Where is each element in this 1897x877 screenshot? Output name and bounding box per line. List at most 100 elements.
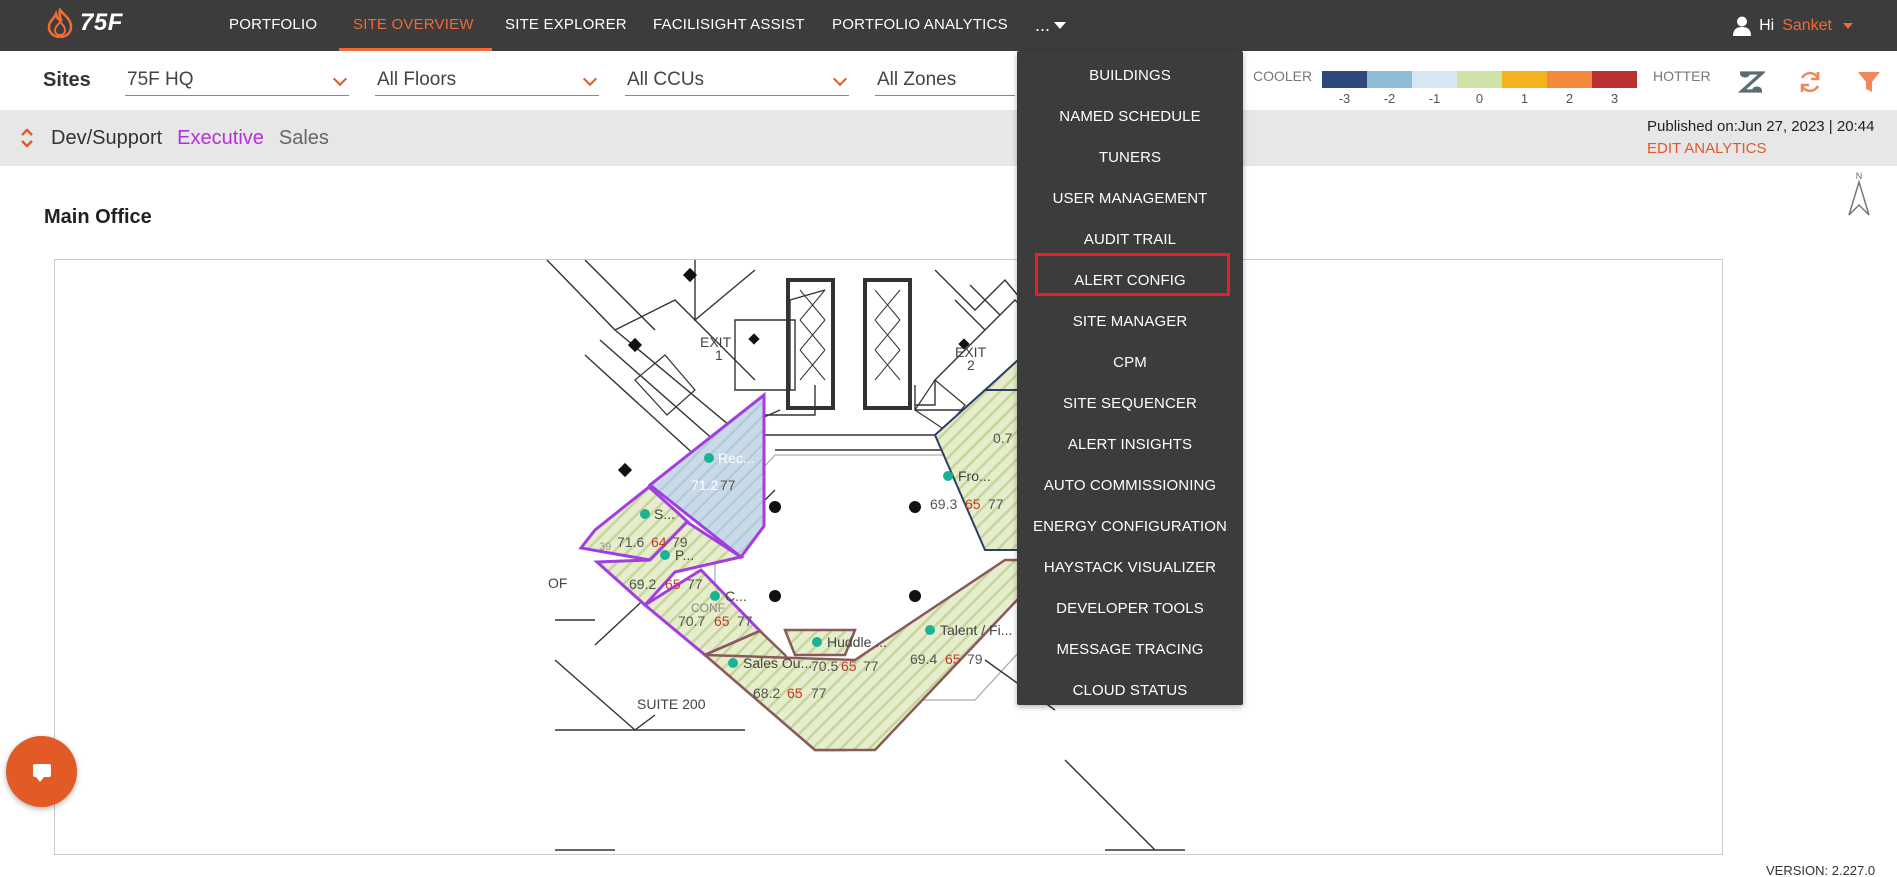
user-name: Sanket	[1782, 17, 1832, 34]
nav-portfolio-analytics[interactable]: PORTFOLIO ANALYTICS	[832, 0, 1008, 51]
menu-item-alert-insights[interactable]: ALERT INSIGHTS	[1017, 428, 1243, 462]
north-arrow-icon: N	[1848, 171, 1870, 216]
logo-text: 75F	[80, 9, 123, 36]
menu-item-developer-tools[interactable]: DEVELOPER TOOLS	[1017, 592, 1243, 626]
menu-item-tuners[interactable]: TUNERS	[1017, 141, 1243, 175]
temperature-scale	[1322, 71, 1637, 88]
zone-heat-huddle: 65	[841, 658, 857, 674]
dashboard-tabs-bar: Dev/Support Executive Sales	[0, 110, 1897, 166]
floor-select-value: All Floors	[377, 69, 457, 90]
zone-name-p: P...	[675, 547, 694, 563]
nav-portfolio[interactable]: PORTFOLIO	[229, 0, 317, 51]
more-dropdown-menu: BUILDINGS NAMED SCHEDULE TUNERS USER MANAGE…	[1017, 51, 1243, 705]
menu-item-auto-commissioning[interactable]: AUTO COMMISSIONING	[1017, 469, 1243, 503]
of-label: OF	[548, 575, 567, 591]
menu-item-energy-configuration[interactable]: ENERGY CONFIGURATION	[1017, 510, 1243, 544]
floor-select[interactable]: All Floors	[375, 66, 599, 96]
zone-name-c: C...	[725, 588, 747, 604]
zone-name-huddle: Huddle ...	[827, 634, 887, 650]
menu-item-alert-config[interactable]: ALERT CONFIG	[1017, 264, 1243, 298]
cooler-label: COOLER	[1253, 68, 1313, 84]
filter-bar: Sites 75F HQ All Floors All CCUs All Zon…	[0, 51, 1897, 110]
zone-heat-talent: 65	[945, 651, 961, 667]
menu-item-cpm[interactable]: CPM	[1017, 346, 1243, 380]
ccu-select-value: All CCUs	[627, 69, 705, 90]
tab-sales[interactable]: Sales	[279, 127, 329, 150]
zone-name-s: S...	[654, 506, 675, 522]
nav-site-overview[interactable]: SITE OVERVIEW	[339, 0, 492, 51]
zone-cool-p: 77	[687, 576, 703, 592]
menu-item-site-manager[interactable]: SITE MANAGER	[1017, 305, 1243, 339]
refresh-icon[interactable]	[1796, 69, 1824, 95]
user-icon	[1733, 16, 1752, 36]
scale-value: 0	[1475, 91, 1484, 106]
dashboard-tabs: Dev/Support Executive Sales	[51, 127, 329, 150]
menu-item-cloud-status[interactable]: CLOUD STATUS	[1017, 674, 1243, 708]
zone-temp-sales: 68.2	[753, 685, 780, 701]
scale-swatch	[1457, 71, 1502, 88]
number-39-label: 39	[599, 541, 611, 553]
nav-site-explorer[interactable]: SITE EXPLORER	[505, 0, 627, 51]
top-navigation-bar: 75F PORTFOLIO SITE OVERVIEW SITE EXPLORE…	[0, 0, 1897, 51]
user-menu[interactable]: Hi Sanket	[1733, 0, 1853, 51]
scale-value: 2	[1565, 91, 1574, 106]
suite-label: SUITE 200	[637, 696, 706, 712]
more-label: ...	[1035, 15, 1051, 35]
brand-logo[interactable]: 75F	[46, 8, 123, 38]
scale-swatch	[1547, 71, 1592, 88]
zone-cool-talent: 79	[967, 651, 983, 667]
menu-item-named-schedule[interactable]: NAMED SCHEDULE	[1017, 100, 1243, 134]
zendesk-icon[interactable]	[1737, 69, 1765, 95]
flame-logo-icon	[47, 8, 73, 38]
caret-down-icon	[1843, 22, 1853, 29]
chevron-down-icon	[332, 71, 348, 87]
scale-value: -2	[1383, 91, 1396, 106]
number-07-label: 0.7	[993, 430, 1013, 446]
scale-swatch	[1592, 71, 1637, 88]
zone-temp-s: 71.6	[617, 534, 644, 550]
zone-heat-fro: 65	[965, 496, 981, 512]
zone-cool-sales: 77	[811, 685, 827, 701]
scale-value: -3	[1338, 91, 1351, 106]
zone-temp-c: 70.7	[678, 613, 705, 629]
tab-dev-support[interactable]: Dev/Support	[51, 127, 162, 150]
menu-item-user-management[interactable]: USER MANAGEMENT	[1017, 182, 1243, 216]
tab-executive[interactable]: Executive	[177, 127, 264, 150]
zone-heat-c: 65	[714, 613, 730, 629]
zone-name-rec: Rec...	[718, 450, 755, 466]
page-title: Main Office	[44, 206, 152, 228]
ccu-select[interactable]: All CCUs	[625, 66, 849, 96]
sites-label: Sites	[43, 69, 91, 91]
menu-item-haystack-visualizer[interactable]: HAYSTACK VISUALIZER	[1017, 551, 1243, 585]
chat-bubble-icon	[33, 764, 51, 782]
menu-item-audit-trail[interactable]: AUDIT TRAIL	[1017, 223, 1243, 257]
floor-plan: EXIT 1 EXIT 2 OF SUITE 200 Rec... 71.2 7…	[546, 260, 1185, 851]
scale-swatch	[1322, 71, 1367, 88]
expand-collapse-icon[interactable]	[20, 126, 34, 150]
edit-analytics-link[interactable]: EDIT ANALYTICS	[1647, 140, 1766, 157]
scale-swatch	[1502, 71, 1547, 88]
floor-plan-panel: EXIT 1 EXIT 2 OF SUITE 200 Rec... 71.2 7…	[54, 259, 1723, 855]
menu-item-site-sequencer[interactable]: SITE SEQUENCER	[1017, 387, 1243, 421]
menu-item-message-tracing[interactable]: MESSAGE TRACING	[1017, 633, 1243, 667]
chevron-down-icon	[582, 71, 598, 87]
zone-select[interactable]: All Zones	[875, 66, 1015, 96]
chevron-down-icon	[832, 71, 848, 87]
filter-icon[interactable]	[1855, 69, 1883, 95]
chat-button[interactable]	[6, 736, 77, 807]
zone-heat-sales: 65	[787, 685, 803, 701]
zone-temp-huddle: 70.5	[811, 658, 838, 674]
scale-swatch	[1412, 71, 1457, 88]
zone-name-fro: Fro...	[958, 468, 991, 484]
more-menu-toggle[interactable]: ...	[1035, 0, 1067, 51]
scale-swatch	[1367, 71, 1412, 88]
site-select[interactable]: 75F HQ	[125, 66, 349, 96]
nav-facilisight-assist[interactable]: FACILISIGHT ASSIST	[653, 0, 805, 51]
temperature-scale-values: -3 -2 -1 0 1 2 3	[1322, 91, 1637, 106]
greeting-text: Hi	[1759, 17, 1775, 34]
version-text: VERSION: 2.227.0	[1766, 863, 1876, 877]
zone-name-talent: Talent / Fi...	[940, 622, 1012, 638]
zone-temp-fro: 69.3	[930, 496, 957, 512]
menu-item-buildings[interactable]: BUILDINGS	[1017, 59, 1243, 93]
site-select-value: 75F HQ	[127, 69, 194, 90]
